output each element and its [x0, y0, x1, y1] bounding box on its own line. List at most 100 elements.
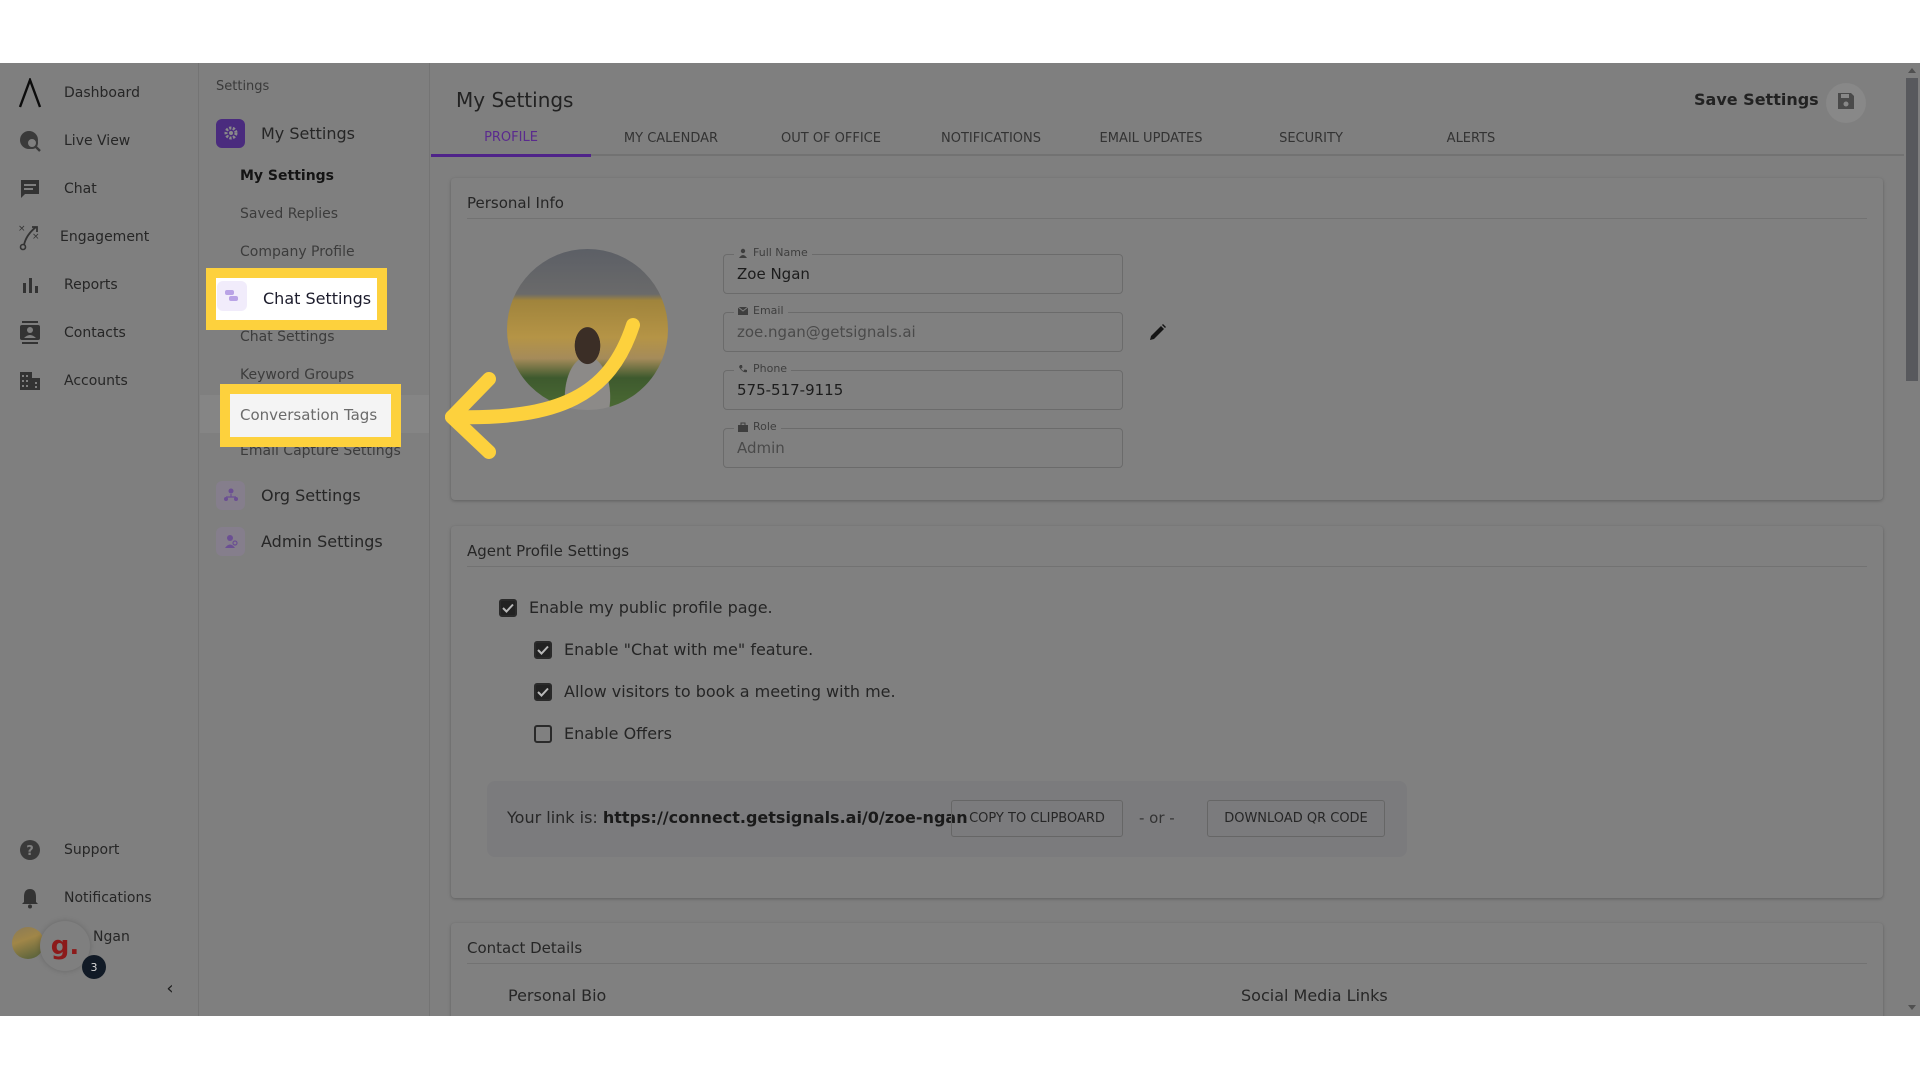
highlight-conversation-tags[interactable]: Conversation Tags	[220, 384, 401, 447]
field-label: Full Name	[734, 246, 812, 259]
profile-link-url[interactable]: https://connect.getsignals.ai/0/zoe-ngan	[603, 808, 968, 827]
nav-reports[interactable]: Reports	[0, 265, 199, 305]
globe-search-icon	[17, 128, 43, 154]
settings-tabs: PROFILE MY CALENDAR OUT OF OFFICE NOTIFI…	[431, 121, 1904, 157]
card-title: Personal Info	[467, 194, 564, 212]
tab-my-calendar[interactable]: MY CALENDAR	[591, 121, 751, 156]
tab-profile[interactable]: PROFILE	[431, 121, 591, 157]
subnav-company-profile[interactable]: Company Profile	[240, 244, 355, 260]
tab-security[interactable]: SECURITY	[1231, 121, 1391, 156]
gear-icon	[216, 118, 245, 148]
tab-alerts[interactable]: ALERTS	[1391, 121, 1551, 156]
scroll-up-arrow[interactable]	[1908, 68, 1916, 73]
divider	[467, 963, 1867, 964]
checkbox-unchecked-icon	[534, 724, 552, 743]
agent-profile-card: Agent Profile Settings Enable my public …	[451, 526, 1883, 898]
profile-link-text: Your link is: https://connect.getsignals…	[507, 808, 968, 827]
nav-label: Live View	[64, 133, 131, 149]
nav-live-view[interactable]: Live View	[0, 121, 199, 161]
full-name-field[interactable]: Full Name Zoe Ngan	[723, 246, 1123, 294]
svg-text:×: ×	[18, 224, 26, 234]
personal-bio-label: Personal Bio	[508, 986, 607, 1005]
org-icon	[216, 480, 245, 510]
personal-info-card: Personal Info Full Name Zoe Ngan Email z…	[451, 178, 1883, 500]
enable-offers-checkbox[interactable]: Enable Offers	[534, 724, 672, 743]
phone-field[interactable]: Phone 575-517-9115	[723, 362, 1123, 410]
nav-chat[interactable]: Chat	[0, 169, 199, 209]
group-label: My Settings	[261, 123, 355, 143]
field-value: Admin	[737, 439, 785, 457]
nav-support[interactable]: ? Support	[0, 830, 199, 870]
divider	[467, 566, 1867, 567]
profile-photo[interactable]	[507, 249, 668, 410]
subnav-chat-settings[interactable]: Chat Settings	[240, 329, 335, 345]
book-meeting-checkbox[interactable]: Allow visitors to book a meeting with me…	[534, 682, 896, 701]
highlight-chat-settings[interactable]: Chat Settings	[206, 268, 387, 330]
field-label: Email	[734, 304, 788, 317]
checkbox-checked-icon	[534, 682, 552, 701]
primary-sidebar: Dashboard Live View Chat × × Engagement R…	[0, 63, 199, 1016]
checkbox-checked-icon	[534, 640, 552, 659]
phone-icon	[739, 364, 747, 372]
tab-notifications[interactable]: NOTIFICATIONS	[911, 121, 1071, 156]
profile-link-box: Your link is: https://connect.getsignals…	[487, 781, 1407, 857]
nav-label: Support	[64, 842, 120, 858]
user-name: Ngan	[93, 929, 130, 945]
strategy-icon: × ×	[17, 224, 43, 251]
nav-label: Accounts	[64, 373, 128, 389]
group-label: Org Settings	[261, 485, 361, 505]
or-separator: - or -	[1139, 809, 1175, 827]
email-field[interactable]: Email zoe.ngan@getsignals.ai	[723, 304, 1123, 352]
settings-sidebar: Settings My Settings My Settings Saved R…	[200, 63, 430, 1016]
logo-icon	[17, 78, 43, 108]
role-field[interactable]: Role Admin	[723, 420, 1123, 468]
save-settings-label[interactable]: Save Settings	[1694, 90, 1819, 109]
building-icon	[17, 368, 43, 394]
download-qr-button[interactable]: DOWNLOAD QR CODE	[1207, 800, 1385, 837]
field-value: zoe.ngan@getsignals.ai	[737, 323, 916, 341]
chat-with-me-checkbox[interactable]: Enable "Chat with me" feature.	[534, 640, 813, 659]
social-links-label: Social Media Links	[1241, 986, 1388, 1005]
scroll-thumb[interactable]	[1906, 78, 1918, 381]
nav-label: Dashboard	[64, 85, 140, 101]
field-value: Zoe Ngan	[737, 265, 810, 283]
nav-label: Engagement	[60, 229, 150, 245]
field-label: Phone	[734, 362, 792, 375]
public-profile-checkbox[interactable]: Enable my public profile page.	[499, 598, 773, 617]
checkbox-checked-icon	[499, 598, 517, 617]
nav-notifications[interactable]: Notifications	[0, 878, 199, 918]
chevron-left-icon: ‹	[166, 977, 174, 999]
contact-details-card: Contact Details Personal Bio Social Medi…	[451, 923, 1883, 1016]
edit-email-button[interactable]	[1146, 322, 1168, 344]
settings-heading: Settings	[216, 79, 270, 94]
page-title: My Settings	[456, 88, 574, 112]
nav-engagement[interactable]: × × Engagement	[0, 217, 199, 257]
tab-out-of-office[interactable]: OUT OF OFFICE	[751, 121, 911, 156]
conversation-tags-label: Conversation Tags	[240, 406, 378, 424]
field-label: Role	[734, 420, 781, 433]
tab-email-updates[interactable]: EMAIL UPDATES	[1071, 121, 1231, 156]
checkbox-label: Allow visitors to book a meeting with me…	[564, 682, 896, 701]
divider	[467, 218, 1867, 219]
nav-contacts[interactable]: Contacts	[0, 313, 199, 353]
chat-bubbles-icon	[217, 281, 247, 311]
svg-text:?: ?	[26, 844, 34, 859]
chat-icon	[17, 176, 43, 202]
copy-to-clipboard-button[interactable]: COPY TO CLIPBOARD	[951, 800, 1123, 837]
group-admin-settings[interactable]: Admin Settings	[216, 525, 383, 557]
main-scrollbar[interactable]	[1904, 63, 1920, 1016]
nav-accounts[interactable]: Accounts	[0, 361, 199, 401]
subnav-my-settings[interactable]: My Settings	[240, 168, 334, 184]
help-icon: ?	[17, 837, 43, 863]
save-settings-button[interactable]	[1826, 83, 1866, 123]
collapse-sidebar-button[interactable]: ‹	[160, 977, 180, 999]
group-org-settings[interactable]: Org Settings	[216, 479, 361, 511]
nav-dashboard[interactable]: Dashboard	[0, 73, 199, 113]
subnav-saved-replies[interactable]: Saved Replies	[240, 206, 338, 222]
contact-card-icon	[17, 320, 43, 346]
group-my-settings[interactable]: My Settings	[216, 117, 355, 149]
person-icon	[739, 248, 747, 258]
subnav-keyword-groups[interactable]: Keyword Groups	[240, 367, 354, 383]
checkbox-label: Enable "Chat with me" feature.	[564, 640, 814, 659]
scroll-down-arrow[interactable]	[1908, 1005, 1916, 1010]
